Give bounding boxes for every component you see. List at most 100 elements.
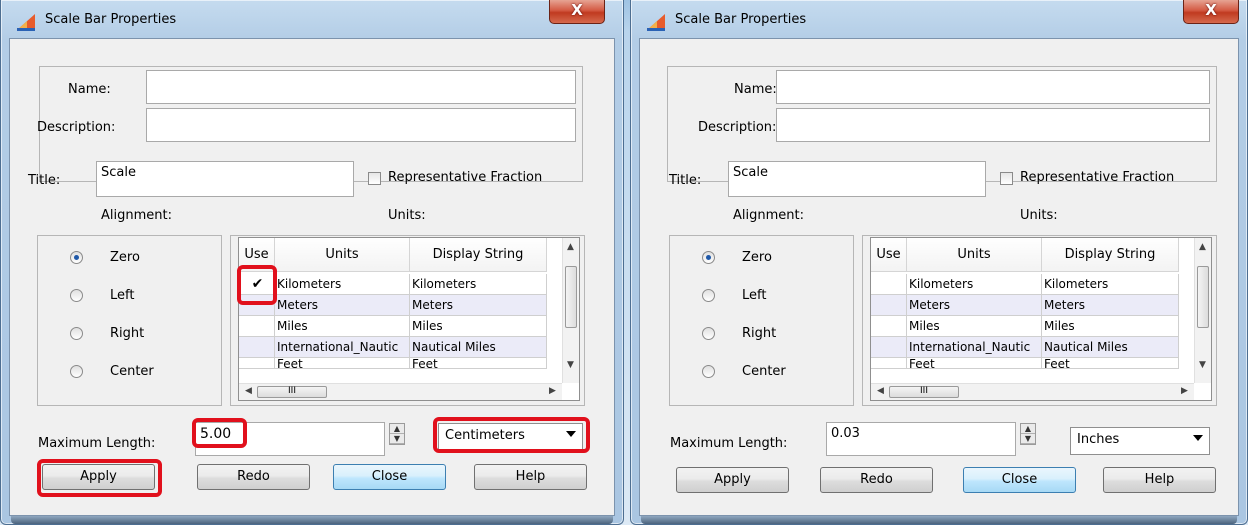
table-cell[interactable]: Miles <box>275 316 410 337</box>
table-cell[interactable]: Feet <box>1042 358 1179 369</box>
max-length-units-value: Centimeters <box>445 428 525 443</box>
table-cell[interactable]: Kilometers <box>907 274 1042 295</box>
scroll-right-icon[interactable]: ▶ <box>1177 386 1192 396</box>
table-cell[interactable]: Miles <box>410 316 547 337</box>
use-checkbox-miles[interactable] <box>871 316 907 337</box>
dialog-client-area: Name: Description: Title: Scale Represen… <box>9 38 615 516</box>
table-cell[interactable]: Kilometers <box>275 274 410 295</box>
alignment-radio-center[interactable] <box>702 365 715 378</box>
table-cell[interactable]: Feet <box>410 358 547 369</box>
scroll-right-icon[interactable]: ▶ <box>545 386 560 396</box>
spin-down-icon[interactable]: ▼ <box>1021 434 1035 444</box>
title-bar[interactable]: Scale Bar Properties X <box>631 0 1247 40</box>
table-cell[interactable]: Meters <box>907 295 1042 316</box>
alignment-radio-zero[interactable] <box>70 251 83 264</box>
use-checkbox-nautical[interactable] <box>239 337 275 358</box>
redo-button[interactable]: Redo <box>820 467 933 493</box>
alignment-radio-right[interactable] <box>70 327 83 340</box>
scroll-down-icon[interactable]: ▼ <box>563 360 578 370</box>
table-cell[interactable]: Miles <box>1042 316 1179 337</box>
use-checkbox-meters[interactable] <box>239 295 275 316</box>
table-cell[interactable]: Meters <box>410 295 547 316</box>
chevron-down-icon[interactable] <box>566 431 576 437</box>
alignment-option-right: Right <box>742 326 777 341</box>
close-icon[interactable]: X <box>1183 0 1239 24</box>
use-checkbox-kilometers[interactable] <box>871 274 907 295</box>
title-bar[interactable]: Scale Bar Properties X <box>1 0 623 40</box>
use-checkbox-kilometers[interactable]: ✔ <box>239 274 275 295</box>
column-header-display-string[interactable]: Display String <box>1042 238 1179 272</box>
table-cell[interactable]: Kilometers <box>1042 274 1179 295</box>
scroll-left-icon[interactable]: ◀ <box>241 386 256 396</box>
close-button[interactable]: Close <box>333 464 446 490</box>
use-checkbox-miles[interactable] <box>239 316 275 337</box>
table-cell[interactable]: Nautical Miles <box>410 337 547 358</box>
table-cell[interactable]: International_Nautic <box>275 337 410 358</box>
table-cell[interactable]: International_Nautic <box>907 337 1042 358</box>
use-checkbox-feet[interactable] <box>239 358 275 369</box>
vertical-scrollbar[interactable]: ▲ ▼ <box>562 238 579 383</box>
alignment-option-left: Left <box>742 288 767 303</box>
table-cell[interactable]: Meters <box>1042 295 1179 316</box>
scroll-left-icon[interactable]: ◀ <box>873 386 888 396</box>
use-checkbox-feet[interactable] <box>871 358 907 369</box>
use-checkbox-meters[interactable] <box>871 295 907 316</box>
column-header-use[interactable]: Use <box>871 238 907 272</box>
max-length-units-select[interactable]: Inches <box>1070 427 1210 455</box>
horizontal-scrollbar[interactable]: ◀ III ▶ <box>871 383 1194 400</box>
horizontal-scroll-thumb[interactable]: III <box>889 386 959 398</box>
scroll-up-icon[interactable]: ▲ <box>1195 242 1210 252</box>
vertical-scroll-thumb[interactable] <box>565 266 577 328</box>
apply-button[interactable]: Apply <box>42 464 155 490</box>
max-length-input[interactable]: 5.00 <box>195 422 385 456</box>
max-length-input[interactable]: 0.03 <box>826 422 1016 456</box>
help-button[interactable]: Help <box>1103 467 1216 493</box>
representative-fraction-checkbox[interactable] <box>1000 172 1013 185</box>
alignment-radio-zero[interactable] <box>702 251 715 264</box>
alignment-radio-left[interactable] <box>702 289 715 302</box>
max-length-spinner[interactable]: ▲ ▼ <box>389 423 405 445</box>
close-icon[interactable]: X <box>549 0 605 24</box>
table-cell[interactable]: Feet <box>275 358 410 369</box>
title-input[interactable]: Scale <box>96 161 354 197</box>
alignment-option-center: Center <box>110 364 154 379</box>
column-header-units[interactable]: Units <box>275 238 410 272</box>
scroll-up-icon[interactable]: ▲ <box>563 242 578 252</box>
name-input[interactable] <box>776 70 1210 104</box>
table-cell[interactable]: Kilometers <box>410 274 547 295</box>
spin-up-icon[interactable]: ▲ <box>1021 424 1035 434</box>
description-input[interactable] <box>146 108 576 142</box>
alignment-radio-right[interactable] <box>702 327 715 340</box>
max-length-units-select[interactable]: Centimeters <box>438 423 583 451</box>
max-length-spinner[interactable]: ▲ ▼ <box>1020 423 1036 445</box>
column-header-display-string[interactable]: Display String <box>410 238 547 272</box>
vertical-scroll-thumb[interactable] <box>1197 266 1209 328</box>
table-cell[interactable]: Nautical Miles <box>1042 337 1179 358</box>
scroll-down-icon[interactable]: ▼ <box>1195 360 1210 370</box>
units-table[interactable]: Use Units Display String Kilometers Kilo… <box>870 237 1212 401</box>
column-header-use[interactable]: Use <box>239 238 275 272</box>
table-cell[interactable]: Miles <box>907 316 1042 337</box>
chevron-down-icon[interactable] <box>1193 435 1203 441</box>
help-button[interactable]: Help <box>474 464 587 490</box>
spin-up-icon[interactable]: ▲ <box>390 424 404 434</box>
description-input[interactable] <box>776 108 1210 142</box>
representative-fraction-checkbox[interactable] <box>368 172 381 185</box>
horizontal-scroll-thumb[interactable]: III <box>257 386 327 398</box>
column-header-units[interactable]: Units <box>907 238 1042 272</box>
units-table[interactable]: Use Units Display String ✔ Kilometers Ki… <box>238 237 580 401</box>
vertical-scrollbar[interactable]: ▲ ▼ <box>1194 238 1211 383</box>
name-input[interactable] <box>146 70 576 104</box>
use-checkbox-nautical[interactable] <box>871 337 907 358</box>
title-input[interactable]: Scale <box>728 161 986 197</box>
table-cell[interactable]: Feet <box>907 358 1042 369</box>
spin-down-icon[interactable]: ▼ <box>390 434 404 444</box>
redo-button[interactable]: Redo <box>197 464 310 490</box>
horizontal-scrollbar[interactable]: ◀ III ▶ <box>239 383 562 400</box>
alignment-radio-left[interactable] <box>70 289 83 302</box>
apply-button[interactable]: Apply <box>676 467 789 493</box>
close-button[interactable]: Close <box>963 467 1076 493</box>
alignment-radio-center[interactable] <box>70 365 83 378</box>
table-cell[interactable]: Meters <box>275 295 410 316</box>
description-label: Description: <box>37 120 116 135</box>
